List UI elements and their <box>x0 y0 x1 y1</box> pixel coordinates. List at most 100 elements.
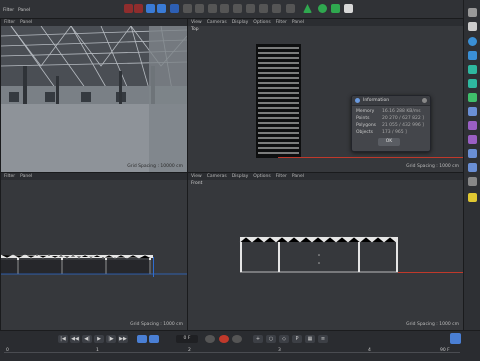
cube-icon[interactable] <box>208 4 217 13</box>
menu-cameras[interactable]: Cameras <box>207 20 227 25</box>
menu-cameras[interactable]: Cameras <box>207 174 227 179</box>
dialog-title: Information <box>363 98 390 103</box>
info-value-polygons: 21 055 / 432 996 ] <box>382 123 424 128</box>
camera-icon[interactable] <box>286 4 295 13</box>
first-frame-button[interactable]: |◀ <box>58 335 68 343</box>
align-icon[interactable] <box>468 177 477 186</box>
cube-icon[interactable] <box>468 8 477 17</box>
grid-spacing-label: Grid Spacing : 10000 cm <box>127 164 183 169</box>
ok-button[interactable]: OK <box>378 138 400 146</box>
dialog-titlebar[interactable]: Information <box>352 96 430 106</box>
tick-1: 1 <box>96 348 99 353</box>
building-top-plan <box>256 44 301 158</box>
viewport-perspective-menu: Filter Panel <box>1 19 187 26</box>
right-toolbar <box>463 0 480 330</box>
render-view-icon[interactable] <box>183 4 192 13</box>
hand-icon[interactable] <box>468 93 477 102</box>
undo-icon[interactable] <box>124 4 133 13</box>
prev-frame-button[interactable]: ◀| <box>82 335 92 343</box>
next-frame-button[interactable]: |▶ <box>106 335 116 343</box>
viewport-perspective[interactable]: Filter Panel Grid Spacing : 10000 cm <box>0 18 188 173</box>
prev-key-button[interactable]: ◀◀ <box>70 335 80 343</box>
timeline-menu-icon[interactable]: ≡ <box>318 335 328 343</box>
menu-panel[interactable]: Panel <box>20 20 32 25</box>
grid-spacing-label: Grid Spacing : 1000 cm <box>406 164 459 169</box>
subdivision-icon[interactable] <box>233 4 242 13</box>
info-value-objects: 173 / 965 ] <box>382 130 407 135</box>
info-label-objects: Objects <box>356 130 374 135</box>
environment-icon[interactable] <box>272 4 281 13</box>
menu-filter[interactable]: Filter <box>4 20 15 25</box>
timeline-expand-button[interactable] <box>450 333 461 344</box>
render-settings-icon[interactable] <box>195 4 204 13</box>
x-axis-line <box>398 272 463 273</box>
info-value-memory: 16.16 288 KB/ms <box>382 109 421 114</box>
menu-filter[interactable]: Filter <box>276 174 287 179</box>
deformer-icon[interactable] <box>259 4 268 13</box>
timeline-bar: |◀ ◀◀ ◀| ▶ |▶ ▶▶ 0 F + ○ ◇ P ▦ ≡ 0 1 2 3… <box>0 330 480 361</box>
menu-panel[interactable]: Panel <box>20 174 32 179</box>
menu-filter[interactable]: Filter <box>276 20 287 25</box>
menu-view[interactable]: View <box>191 174 202 179</box>
scale-key-icon[interactable]: ◇ <box>279 335 289 343</box>
magnet-icon[interactable] <box>468 121 477 130</box>
close-icon[interactable] <box>422 98 427 103</box>
info-label-points: Points <box>356 116 370 121</box>
loop-button[interactable] <box>137 335 147 343</box>
globe-icon[interactable] <box>468 163 477 172</box>
nurbs-icon[interactable] <box>331 4 340 13</box>
select-icon[interactable] <box>146 4 155 13</box>
tick-2: 2 <box>188 348 191 353</box>
warehouse-render <box>1 26 187 172</box>
cylinder-icon[interactable] <box>468 51 477 60</box>
current-frame-field[interactable]: 0 F <box>176 335 198 343</box>
viewport-right[interactable]: Filter Panel Grid Spacing : 1000 cm <box>0 172 188 331</box>
triangle-icon[interactable] <box>303 4 312 13</box>
auto-key-button[interactable] <box>219 335 229 343</box>
pla-key-icon[interactable]: ▦ <box>305 335 315 343</box>
spline-icon[interactable] <box>468 107 477 116</box>
paint-icon[interactable] <box>468 135 477 144</box>
grid-spacing-label: Grid Spacing : 1000 cm <box>130 322 183 327</box>
viewport-top-menu: View Cameras Display Options Filter Pane… <box>188 19 463 26</box>
render-region-icon[interactable] <box>170 4 179 13</box>
menu-display[interactable]: Display <box>232 20 249 25</box>
next-key-button[interactable]: ▶▶ <box>118 335 128 343</box>
text-tool-icon[interactable] <box>468 79 477 88</box>
sphere-icon[interactable] <box>468 37 477 46</box>
menu-panel[interactable]: Panel <box>292 20 304 25</box>
lightbulb-icon[interactable] <box>468 193 477 202</box>
pen-icon[interactable] <box>220 4 229 13</box>
menu-view[interactable]: View <box>191 20 202 25</box>
info-label-polygons: Polygons <box>356 123 377 128</box>
viewport-name: Top <box>191 27 199 32</box>
param-key-icon[interactable]: P <box>292 335 302 343</box>
menu-panel[interactable]: Panel <box>18 8 30 13</box>
move-key-icon[interactable]: + <box>253 335 263 343</box>
pyramid-icon[interactable] <box>468 65 477 74</box>
sweep-icon[interactable] <box>468 149 477 158</box>
menu-filter[interactable]: Filter <box>4 174 15 179</box>
viewport-front[interactable]: View Cameras Display Options Filter Pane… <box>187 172 464 331</box>
menu-panel[interactable]: Panel <box>292 174 304 179</box>
menu-options[interactable]: Options <box>253 174 270 179</box>
play-button[interactable]: ▶ <box>94 335 104 343</box>
menu-filter[interactable]: Filter <box>3 8 14 13</box>
timeline-ruler[interactable]: 0 1 2 3 4 90 F <box>4 348 460 358</box>
tick-0: 0 <box>6 348 9 353</box>
redo-icon[interactable] <box>134 4 143 13</box>
fps-button[interactable] <box>149 335 159 343</box>
box-icon[interactable] <box>468 22 477 31</box>
cloner-icon[interactable] <box>246 4 255 13</box>
rotate-key-icon[interactable]: ○ <box>266 335 276 343</box>
end-frame-field[interactable]: 90 F <box>440 348 450 353</box>
sphere-icon[interactable] <box>318 4 327 13</box>
info-value-points: 20 270 / 627 822 ] <box>382 116 424 121</box>
move-icon[interactable] <box>157 4 166 13</box>
keyframe-selection-button[interactable] <box>232 335 242 343</box>
x-axis-line <box>278 157 463 158</box>
record-key-button[interactable] <box>205 335 215 343</box>
light-icon[interactable] <box>344 4 353 13</box>
menu-options[interactable]: Options <box>253 20 270 25</box>
menu-display[interactable]: Display <box>232 174 249 179</box>
